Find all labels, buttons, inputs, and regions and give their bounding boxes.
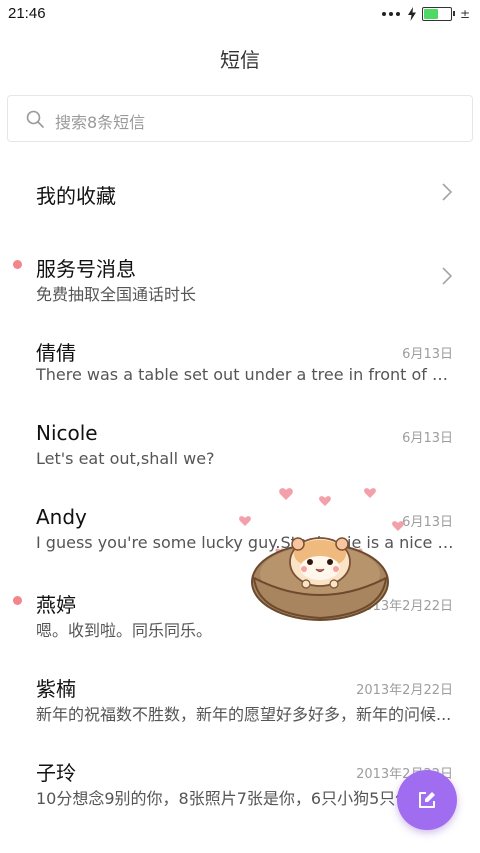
unread-dot (13, 596, 22, 605)
conversation-name: 燕婷 (36, 593, 76, 617)
more-dots-icon (381, 12, 400, 16)
conversation-preview: 新年的祝福数不胜数，新年的愿望好多好多，新年的问候... (36, 705, 452, 724)
conversation-preview: There was a table set out under a tree i… (36, 365, 454, 384)
list-item-conversation[interactable]: 紫楠 2013年2月22日 新年的祝福数不胜数，新年的愿望好多好多，新年的问候.… (0, 665, 480, 727)
search-placeholder: 搜索8条短信 (55, 113, 146, 132)
compose-icon (419, 792, 435, 808)
search-icon (26, 110, 44, 128)
battery-level-fill (423, 9, 439, 19)
conversation-date: 6月13日 (402, 431, 453, 446)
unread-dot (13, 260, 22, 269)
hamster-sticker-icon (239, 488, 404, 621)
list-item-service-messages[interactable]: 服务号消息 免费抽取全国通话时长 (0, 245, 480, 307)
status-time: 21:46 (8, 5, 46, 22)
conversation-name: 子玲 (36, 761, 76, 785)
conversation-name: 倩倩 (36, 341, 76, 365)
search-input[interactable]: 搜索8条短信 (7, 95, 473, 142)
status-bar: 21:46 ± (0, 0, 480, 28)
status-icons: ± (381, 5, 470, 23)
compose-button[interactable] (397, 770, 457, 830)
conversation-preview: 免费抽取全国通话时长 (36, 285, 197, 304)
conversation-preview: 10分想念9别的你，8张照片7张是你，6只小狗5只像你 (36, 789, 428, 808)
status-extra-symbol: ± (459, 7, 470, 21)
battery-icon (421, 7, 455, 21)
conversation-name: Andy (36, 505, 87, 529)
chevron-right-icon (442, 183, 453, 201)
conversation-date: 6月13日 (402, 347, 453, 362)
list-item-favorites[interactable]: 我的收藏 (0, 160, 480, 224)
charging-bolt-icon (407, 7, 416, 21)
list-item-conversation[interactable]: Nicole 6月13日 Let's eat out,shall we? (0, 413, 480, 475)
conversation-preview: Let's eat out,shall we? (36, 449, 215, 468)
conversation-name: 紫楠 (36, 677, 76, 701)
chevron-right-icon (442, 267, 453, 285)
conversation-name: 我的收藏 (36, 184, 116, 208)
conversation-name: 服务号消息 (36, 257, 136, 281)
conversation-name: Nicole (36, 421, 98, 445)
page-title: 短信 (220, 48, 260, 72)
list-item-conversation[interactable]: 倩倩 6月13日 There was a table set out under… (0, 329, 480, 391)
conversation-date: 2013年2月22日 (356, 683, 453, 698)
